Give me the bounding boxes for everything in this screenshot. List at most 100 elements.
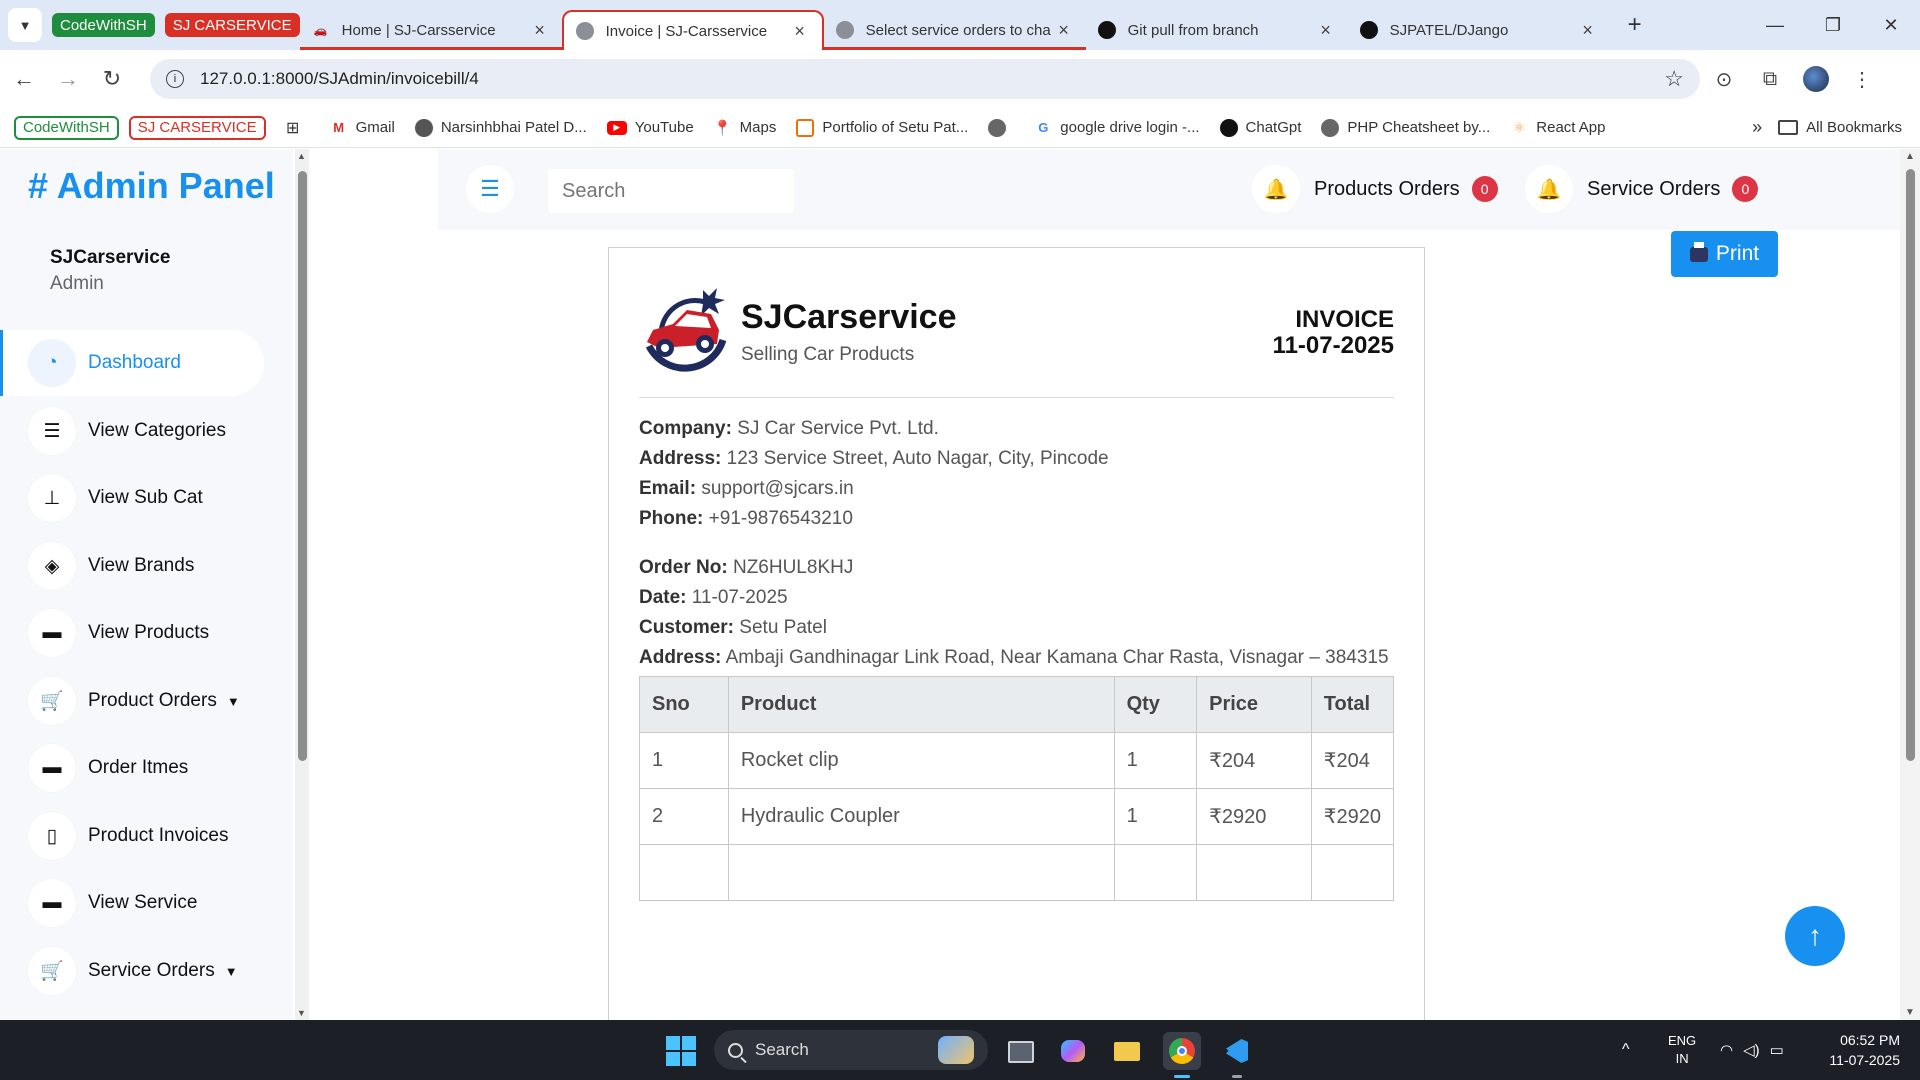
gmail-icon: M <box>333 120 345 135</box>
bookmark-group-codewithsh[interactable]: CodeWithSH <box>14 115 119 140</box>
bookmark-chatgpt[interactable]: ChatGpt <box>1219 118 1301 137</box>
back-button[interactable]: ← <box>4 59 44 99</box>
extension-icon[interactable]: ⊙ <box>1702 59 1746 99</box>
sidebar-item-view-categories[interactable]: ☰ View Categories <box>0 398 264 464</box>
more-bookmarks-chevron-icon[interactable]: » <box>1752 117 1762 138</box>
chrome-icon[interactable] <box>1163 1032 1201 1078</box>
service-orders-label: Service Orders <box>1587 177 1721 200</box>
tab-git-pull[interactable]: Git pull from branch × <box>1086 10 1348 50</box>
page-scrollbar[interactable]: ▲ ▼ <box>1900 149 1920 1020</box>
openai-icon <box>1219 118 1238 137</box>
scroll-up-arrow-icon[interactable]: ▲ <box>1905 151 1915 162</box>
close-icon[interactable]: × <box>530 20 550 41</box>
puzzle-icon[interactable]: ⧉ <box>1748 59 1792 99</box>
sidebar-item-view-sub-cat[interactable]: ⊥ View Sub Cat <box>0 465 264 531</box>
apps-grid-button[interactable]: ⊞ <box>284 119 310 137</box>
table-cell: 1 <box>1113 788 1198 845</box>
sidebar-scrollbar[interactable]: ▲ ▼ <box>295 149 309 1020</box>
sidebar-item-product-invoices[interactable]: ▯ Product Invoices <box>0 803 264 869</box>
youtube-icon: ▶ <box>606 120 627 135</box>
reload-button[interactable]: ↻ <box>92 59 132 99</box>
bookmark-group-sj-carservice[interactable]: SJ CARSERVICE <box>128 115 266 140</box>
sidebar-item-view-brands[interactable]: ◈ View Brands <box>0 533 264 599</box>
tab-select-service-orders[interactable]: Select service orders to cha × <box>823 10 1086 50</box>
tab-home[interactable]: 🚗 Home | SJ-Carsservice × <box>299 10 562 50</box>
sidebar-item-label: Dashboard <box>88 352 181 373</box>
vscode-icon[interactable] <box>1218 1032 1256 1078</box>
sidebar-toggle-button[interactable]: ☰ <box>466 165 514 213</box>
window-close-icon[interactable]: ✕ <box>1862 0 1920 50</box>
sidebar-item-label: View Brands <box>88 555 195 576</box>
bookmark-php-cheatsheet[interactable]: PHP Cheatsheet by... <box>1321 118 1491 137</box>
service-orders-notification[interactable]: 🔔 Service Orders 0 <box>1525 165 1759 213</box>
sidebar-item-product-orders[interactable]: 🛒 Product Orders ▼ <box>0 668 264 734</box>
page-scrollbar-thumb[interactable] <box>1906 169 1915 761</box>
column-header: Product <box>727 676 1115 733</box>
field-label: Address: <box>639 647 722 668</box>
sidebar-item-view-service[interactable]: ▬ View Service <box>0 870 264 936</box>
bookmark-label: Maps <box>739 119 777 136</box>
sidebar-item-order-itmes[interactable]: ▬ Order Itmes <box>0 735 264 801</box>
bookmark-gmail[interactable]: M Gmail <box>330 119 395 137</box>
site-info-icon[interactable]: i <box>166 70 184 88</box>
tab-group-codewithsh[interactable]: CodeWithSH <box>52 13 155 37</box>
printer-icon <box>1689 241 1708 262</box>
profile-avatar[interactable] <box>1794 59 1838 99</box>
bookmark-label: PHP Cheatsheet by... <box>1347 119 1491 136</box>
scroll-down-arrow-icon[interactable]: ▼ <box>297 1008 306 1018</box>
new-tab-button[interactable]: + <box>1620 11 1650 39</box>
sidebar-item-service-orders[interactable]: 🛒 Service Orders ▼ <box>0 938 264 1004</box>
scroll-down-arrow-icon[interactable]: ▼ <box>1905 1007 1915 1018</box>
bookmark-google-drive[interactable]: Ggoogle drive login -... <box>1034 119 1199 137</box>
close-icon[interactable]: × <box>1316 20 1336 41</box>
bookmark-label: React App <box>1536 119 1606 136</box>
bookmark-globe[interactable] <box>988 118 1014 137</box>
language-indicator[interactable]: ENG IN <box>1668 1020 1696 1080</box>
back-to-top-button[interactable]: ↑ <box>1785 906 1845 966</box>
file-explorer-icon[interactable] <box>1108 1032 1146 1070</box>
url-text[interactable]: 127.0.0.1:8000/SJAdmin/invoicebill/4 <box>200 69 1664 89</box>
minimize-icon[interactable]: — <box>1746 0 1804 50</box>
close-icon[interactable]: × <box>1054 20 1074 41</box>
windows-start-icon[interactable] <box>666 1036 696 1066</box>
reload-icon: ↻ <box>102 66 122 91</box>
bookmark-youtube[interactable]: ▶ YouTube <box>606 119 694 136</box>
bookmark-college[interactable]: Narsinhbhai Patel D... <box>414 118 587 137</box>
taskbar-clock[interactable]: 06:52 PM 11-07-2025 <box>1812 1020 1900 1080</box>
table-cell: Hydraulic Coupler <box>727 788 1115 845</box>
system-tray-icons[interactable]: ◠ ◁) ▭ <box>1720 1020 1794 1080</box>
cart-icon: 🛒 <box>28 677 76 725</box>
search-input[interactable] <box>548 169 794 213</box>
company-line: Company: SJ Car Service Pvt. Ltd. <box>639 414 1394 444</box>
tab-github[interactable]: SJPATEL/DJango × <box>1348 10 1610 50</box>
bookmark-react-app[interactable]: ⚛ React App <box>1510 119 1605 137</box>
product-orders-notification[interactable]: 🔔 Products Orders 0 <box>1252 165 1498 213</box>
address-bar[interactable]: i 127.0.0.1:8000/SJAdmin/invoicebill/4 ☆ <box>150 59 1700 99</box>
sidebar-item-dashboard[interactable]: ◔ Dashboard <box>0 330 264 396</box>
tray-overflow-chevron-icon[interactable]: ^ <box>1622 1020 1630 1080</box>
table-cell: Rocket clip <box>727 732 1115 789</box>
tab-invoice[interactable]: Invoice | SJ-Carsservice × <box>561 10 824 50</box>
globe-icon <box>1321 118 1340 137</box>
copilot-icon[interactable] <box>1054 1032 1092 1070</box>
openai-icon <box>1097 21 1116 39</box>
bookmark-portfolio[interactable]: Portfolio of Setu Pat... <box>796 118 968 137</box>
all-bookmarks-button[interactable]: All Bookmarks <box>1778 119 1902 136</box>
kebab-menu-icon[interactable]: ⋮ <box>1840 59 1884 99</box>
print-button[interactable]: Print <box>1671 231 1778 277</box>
close-icon[interactable]: × <box>790 21 810 42</box>
tab-search-button[interactable]: ▼ <box>8 8 42 42</box>
bookmark-maps[interactable]: 📍 Maps <box>713 119 777 137</box>
forward-button[interactable]: → <box>48 59 88 99</box>
bookmark-star-icon[interactable]: ☆ <box>1664 66 1684 92</box>
scroll-up-arrow-icon[interactable]: ▲ <box>297 151 306 161</box>
close-icon[interactable]: × <box>1578 20 1598 41</box>
taskbar-search[interactable]: Search <box>714 1030 988 1070</box>
restore-icon[interactable]: ❐ <box>1804 0 1862 50</box>
sidebar-item-view-products[interactable]: ▬ View Products <box>0 600 264 666</box>
sidebar-scrollbar-thumb[interactable] <box>298 171 307 761</box>
admin-panel-brand[interactable]: # Admin Panel <box>28 165 275 207</box>
invoice-divider <box>639 397 1394 398</box>
task-view-icon[interactable] <box>1000 1032 1038 1070</box>
tab-group-sj-carservice[interactable]: SJ CARSERVICE <box>164 13 300 37</box>
